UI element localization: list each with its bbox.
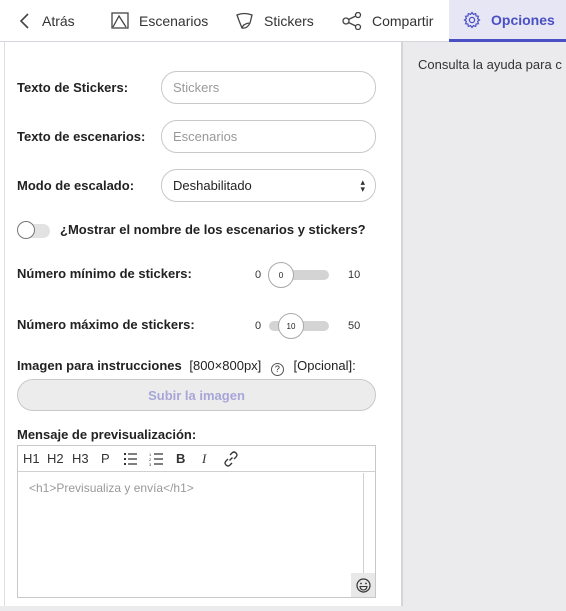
paragraph-button[interactable]: P xyxy=(101,451,110,466)
select-arrows-icon: ▴ ▾ xyxy=(360,177,365,194)
slider-min-value: 0 xyxy=(255,269,262,281)
sticker-icon xyxy=(235,12,254,30)
tab-label: Compartir xyxy=(372,12,434,29)
image-label-text: Imagen para instrucciones xyxy=(17,358,182,373)
tab-stickers[interactable]: Stickers xyxy=(235,0,314,41)
tab-back[interactable]: Atrás xyxy=(18,0,75,41)
h2-button[interactable]: H2 xyxy=(47,451,64,466)
show-names-label: ¿Mostrar el nombre de los escenarios y s… xyxy=(60,222,366,237)
input-placeholder: Stickers xyxy=(173,80,220,95)
h1-button[interactable]: H1 xyxy=(23,451,40,466)
svg-text:3: 3 xyxy=(149,462,152,466)
slider-handle[interactable]: 10 xyxy=(278,313,304,339)
slider-max-value: 50 xyxy=(348,320,361,332)
link-icon[interactable] xyxy=(223,451,239,470)
tab-options[interactable]: Opciones xyxy=(449,0,566,42)
chevron-left-icon xyxy=(18,12,32,29)
h3-button[interactable]: H3 xyxy=(72,451,89,466)
editor-content-area[interactable]: <h1>Previsualiza y envía</h1> xyxy=(18,473,364,597)
tab-label: Atrás xyxy=(42,12,75,29)
slider-handle[interactable]: 0 xyxy=(268,262,294,288)
scene-icon xyxy=(111,12,129,29)
gear-icon xyxy=(463,10,481,29)
italic-icon[interactable]: I xyxy=(202,451,206,467)
help-text: Consulta la ayuda para c xyxy=(418,57,562,72)
preview-message-editor: H1 H2 H3 P 123 B I <h1>Previsualiza y en… xyxy=(17,445,376,598)
bold-icon[interactable]: B xyxy=(176,451,185,466)
tab-share[interactable]: Compartir xyxy=(342,0,433,41)
scenarios-text-input[interactable]: Escenarios xyxy=(161,120,376,153)
options-panel: Texto de Stickers: Stickers Texto de esc… xyxy=(4,42,402,608)
scenarios-text-label: Texto de escenarios: xyxy=(17,129,146,144)
scale-mode-select[interactable]: Deshabilitado ▴ ▾ xyxy=(161,169,376,202)
tab-scenarios[interactable]: Escenarios xyxy=(111,0,208,41)
help-icon[interactable]: ? xyxy=(270,363,284,376)
scale-mode-label: Modo de escalado: xyxy=(17,178,135,193)
numbered-list-icon[interactable]: 123 xyxy=(149,452,163,469)
max-stickers-slider[interactable]: 10 xyxy=(269,313,329,339)
tab-label: Escenarios xyxy=(139,12,209,29)
select-value: Deshabilitado xyxy=(173,178,252,193)
toggle-knob xyxy=(17,221,35,239)
image-label: Imagen para instrucciones [800×800px] ? … xyxy=(17,358,356,376)
optional-text: [Opcional]: xyxy=(293,358,356,373)
bottom-border xyxy=(0,606,566,611)
tab-label: Stickers xyxy=(264,12,314,29)
min-stickers-slider[interactable]: 0 xyxy=(268,262,329,288)
emoji-icon[interactable] xyxy=(351,573,375,597)
stickers-text-label: Texto de Stickers: xyxy=(17,80,129,95)
tab-bar: Atrás Escenarios Stickers Compartir Opci… xyxy=(0,0,566,42)
editor-placeholder: <h1>Previsualiza y envía</h1> xyxy=(29,481,194,495)
input-placeholder: Escenarios xyxy=(173,129,238,144)
stickers-text-input[interactable]: Stickers xyxy=(161,71,376,104)
min-stickers-label: Número mínimo de stickers: xyxy=(17,266,192,281)
slider-max-value: 10 xyxy=(348,269,361,281)
help-panel: Consulta la ayuda para c xyxy=(403,42,566,608)
show-names-toggle[interactable] xyxy=(17,221,50,239)
preview-message-label: Mensaje de previsualización: xyxy=(17,427,197,442)
upload-image-button[interactable]: Subir la imagen xyxy=(17,379,376,411)
bullet-list-icon[interactable] xyxy=(124,452,137,469)
tab-label: Opciones xyxy=(491,11,555,28)
slider-min-value: 0 xyxy=(255,320,262,332)
max-stickers-label: Número máximo de stickers: xyxy=(17,317,195,332)
image-size-text: [800×800px] xyxy=(189,358,262,373)
share-icon xyxy=(342,11,362,30)
editor-toolbar: H1 H2 H3 P 123 B I xyxy=(18,446,375,472)
